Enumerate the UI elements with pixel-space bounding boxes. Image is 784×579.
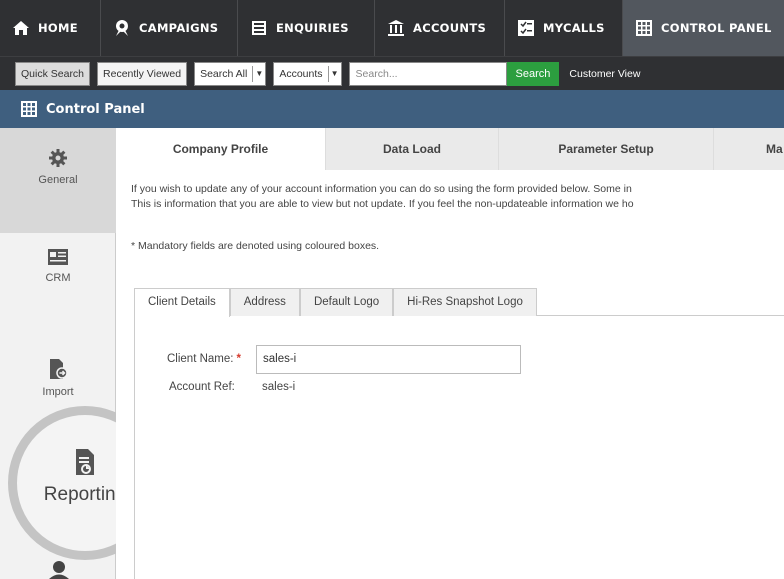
mandatory-note: * Mandatory fields are denoted using col…: [131, 240, 380, 252]
tab-company-profile[interactable]: Company Profile: [116, 128, 326, 170]
recently-viewed-button[interactable]: Recently Viewed: [97, 61, 188, 86]
sidebar-item-crm[interactable]: CRM: [0, 248, 116, 284]
intro-line-2: This is information that you are able to…: [131, 198, 634, 210]
nav-enquiries-label: ENQUIRIES: [276, 21, 349, 35]
sidebar-item-label: Reporting: [43, 484, 127, 505]
search-entity-dropdown[interactable]: Accounts ▼: [273, 61, 342, 86]
intro-text: If you wish to update any of your accoun…: [131, 182, 634, 212]
nav-campaigns[interactable]: CAMPAIGNS: [101, 0, 238, 56]
search-scope-dropdown[interactable]: Search All ▼: [194, 61, 267, 86]
sidebar-item-import[interactable]: Import: [0, 358, 116, 398]
user-icon[interactable]: [46, 560, 72, 579]
nav-control-panel-label: CONTROL PANEL: [661, 21, 772, 35]
search-input[interactable]: Search...: [348, 61, 507, 86]
account-ref-value: sales-i: [262, 381, 296, 393]
chevron-down-icon: ▼: [255, 69, 264, 78]
search-button[interactable]: Search: [506, 61, 560, 86]
main-tabs: Company Profile Data Load Parameter Setu…: [116, 128, 784, 170]
search-bar: Quick Search Recently Viewed Search All …: [0, 56, 784, 90]
control-panel-icon: [636, 20, 652, 36]
nav-home[interactable]: HOME: [0, 0, 101, 56]
chevron-down-icon: ▼: [330, 69, 339, 78]
sidebar-item-label: CRM: [45, 272, 71, 284]
sidebar-item-label: General: [38, 174, 78, 186]
tab-more[interactable]: Ma: [714, 128, 784, 170]
nav-mycalls-label: MYCALLS: [543, 21, 605, 35]
sidebar-item-label: Import: [42, 386, 74, 398]
client-name-label-text: Client Name:: [167, 353, 234, 365]
page-title: Control Panel: [46, 101, 145, 117]
gear-icon: [49, 149, 67, 167]
enquiries-icon: [252, 21, 266, 35]
search-scope-value: Search All: [195, 65, 254, 82]
campaigns-icon: [116, 20, 128, 36]
sidebar-item-general[interactable]: General: [0, 128, 116, 233]
nav-mycalls[interactable]: MYCALLS: [505, 0, 623, 56]
subtab-default-logo[interactable]: Default Logo: [299, 288, 394, 316]
main-panel: Company Profile Data Load Parameter Setu…: [116, 128, 784, 579]
crm-icon: [48, 249, 68, 265]
subtab-address[interactable]: Address: [229, 288, 300, 316]
nav-accounts[interactable]: ACCOUNTS: [375, 0, 505, 56]
nav-home-label: HOME: [38, 21, 78, 35]
client-name-input[interactable]: sales-i: [256, 345, 521, 374]
top-navigation: HOME CAMPAIGNS ENQUIRIES ACCOUNTS MYCALL…: [0, 0, 784, 56]
quick-search-button[interactable]: Quick Search: [15, 61, 91, 86]
customer-view-link[interactable]: Customer View: [569, 68, 640, 80]
tab-parameter-setup[interactable]: Parameter Setup: [499, 128, 714, 170]
client-subtabs: Client Details Address Default Logo Hi-R…: [134, 288, 784, 317]
page-header: Control Panel: [0, 90, 784, 128]
nav-enquiries[interactable]: ENQUIRIES: [238, 0, 375, 56]
mycalls-icon: [518, 20, 534, 36]
nav-accounts-label: ACCOUNTS: [413, 21, 487, 35]
subtab-hi-res-snapshot-logo[interactable]: Hi-Res Snapshot Logo: [393, 288, 537, 316]
intro-line-1: If you wish to update any of your accoun…: [131, 183, 632, 195]
control-panel-icon: [21, 101, 37, 117]
accounts-icon: [388, 20, 404, 36]
home-icon: [13, 21, 29, 35]
reporting-icon: [76, 449, 94, 475]
search-entity-value: Accounts: [274, 65, 329, 82]
tab-data-load[interactable]: Data Load: [326, 128, 499, 170]
import-icon: [50, 359, 68, 379]
nav-campaigns-label: CAMPAIGNS: [139, 21, 219, 35]
account-ref-label: Account Ref:: [169, 381, 235, 393]
client-name-label: Client Name: *: [167, 353, 241, 365]
required-marker: *: [236, 353, 241, 365]
subtab-client-details[interactable]: Client Details: [134, 288, 230, 317]
nav-control-panel[interactable]: CONTROL PANEL: [623, 0, 784, 56]
